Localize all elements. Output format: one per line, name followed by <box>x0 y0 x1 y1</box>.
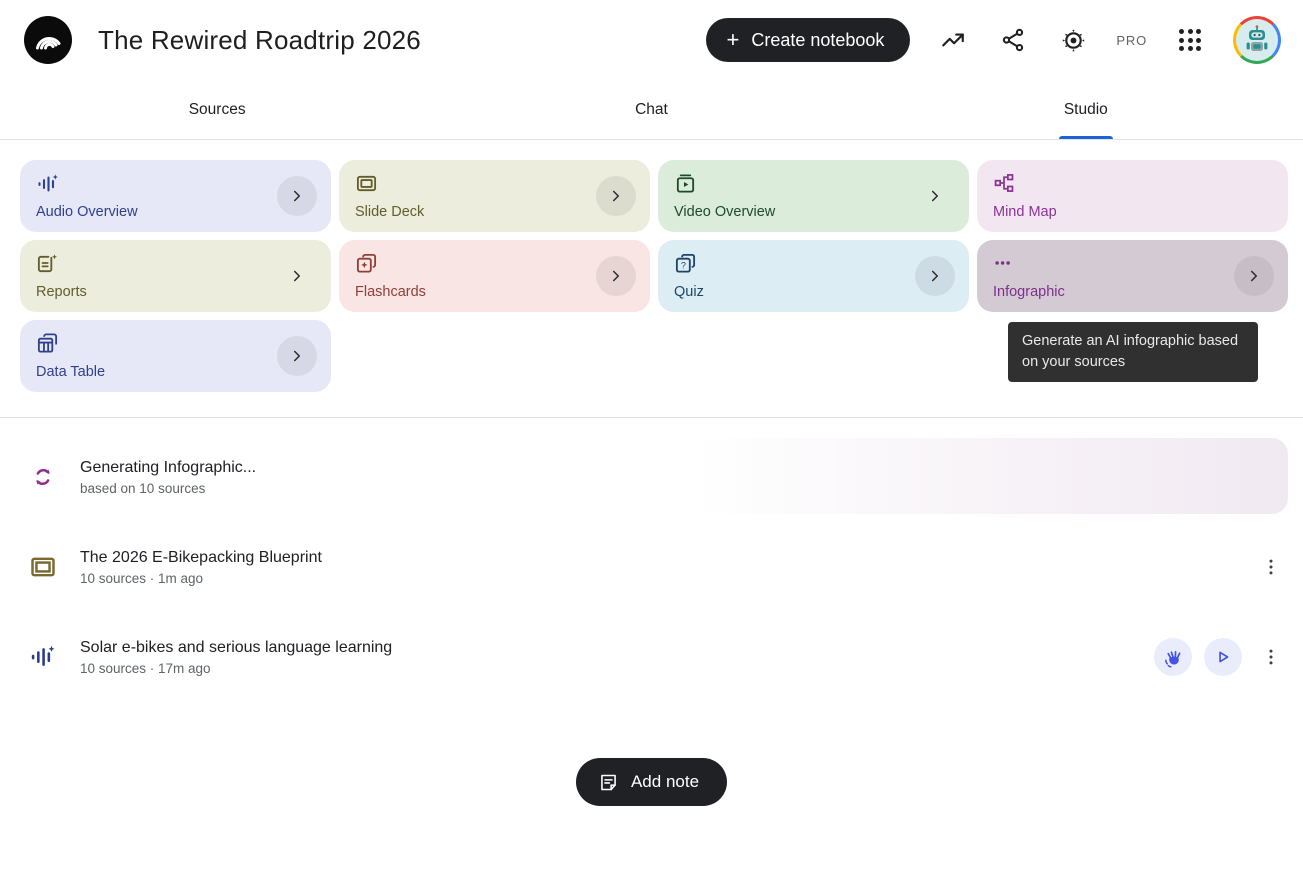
artifact-subtitle: 10 sources · 1m ago <box>80 571 322 586</box>
tab-studio[interactable]: Studio <box>869 80 1303 139</box>
artifact-row-audio-overview[interactable]: Solar e-bikes and serious language learn… <box>20 612 1288 702</box>
generating-shimmer <box>692 438 1288 514</box>
video-overview-icon <box>674 172 697 195</box>
studio-card-label: Flashcards <box>355 284 426 300</box>
studio-card-slide-deck[interactable]: Slide Deck <box>339 160 650 232</box>
infographic-tooltip: Generate an AI infographic based on your… <box>1008 322 1258 382</box>
chevron-right-icon[interactable] <box>277 176 317 216</box>
studio-card-infographic[interactable]: Infographic <box>977 240 1288 312</box>
chevron-right-icon[interactable] <box>915 256 955 296</box>
notebook-title[interactable]: The Rewired Roadtrip 2026 <box>98 25 421 56</box>
ellipsis-loading-icon <box>993 252 1015 274</box>
slide-deck-icon <box>20 553 66 581</box>
mind-map-icon <box>993 172 1015 194</box>
studio-card-label: Quiz <box>674 284 704 300</box>
more-options-icon[interactable] <box>1254 550 1288 584</box>
studio-card-video-overview[interactable]: Video Overview <box>658 160 969 232</box>
chevron-right-icon[interactable] <box>277 256 317 296</box>
sync-generating-icon <box>20 464 66 490</box>
studio-card-label: Data Table <box>36 364 105 380</box>
studio-card-label: Infographic <box>993 284 1065 300</box>
play-icon <box>1213 647 1233 667</box>
user-avatar[interactable] <box>1233 16 1281 64</box>
artifact-subtitle: based on 10 sources <box>80 481 256 496</box>
waving-hand-icon <box>1162 646 1184 668</box>
chevron-right-icon[interactable] <box>596 176 636 216</box>
audio-waveform-icon <box>20 643 66 671</box>
studio-card-mind-map[interactable]: Mind Map <box>977 160 1288 232</box>
artifact-title: Generating Infographic... <box>80 459 256 477</box>
settings-gear-icon[interactable] <box>1056 23 1090 57</box>
slide-deck-icon <box>355 172 378 195</box>
studio-card-flashcards[interactable]: Flashcards <box>339 240 650 312</box>
studio-card-label: Video Overview <box>674 204 775 220</box>
share-icon[interactable] <box>996 23 1030 57</box>
studio-card-label: Reports <box>36 284 87 300</box>
notebooklm-studio-page: { "header": { "notebook_title": "The Rew… <box>0 0 1303 887</box>
chevron-right-icon[interactable] <box>277 336 317 376</box>
svg-text:?: ? <box>681 260 686 270</box>
app-header: The Rewired Roadtrip 2026 + Create noteb… <box>0 0 1303 80</box>
main-tabbar: Sources Chat Studio <box>0 80 1303 140</box>
artifact-row-slide-deck[interactable]: The 2026 E-Bikepacking Blueprint 10 sour… <box>20 522 1288 612</box>
add-note-button[interactable]: Add note <box>576 758 727 806</box>
footer-bar: Add note <box>0 758 1303 806</box>
add-note-label: Add note <box>631 772 699 792</box>
tab-sources[interactable]: Sources <box>0 80 434 139</box>
audio-waveform-icon <box>36 172 60 196</box>
avatar-robot-image <box>1236 19 1278 61</box>
quiz-icon: ? <box>674 252 697 275</box>
studio-card-audio-overview[interactable]: Audio Overview <box>20 160 331 232</box>
more-options-icon[interactable] <box>1254 640 1288 674</box>
apps-grid-icon[interactable] <box>1173 23 1207 57</box>
artifact-subtitle: 10 sources · 17m ago <box>80 661 392 676</box>
plus-icon: + <box>726 29 739 51</box>
tab-chat[interactable]: Chat <box>434 80 868 139</box>
artifact-row-generating-infographic[interactable]: Generating Infographic... based on 10 so… <box>20 432 1288 522</box>
analytics-trending-icon[interactable] <box>936 23 970 57</box>
studio-card-label: Audio Overview <box>36 204 138 220</box>
create-notebook-button[interactable]: + Create notebook <box>706 18 910 62</box>
interactive-mode-button[interactable] <box>1154 638 1192 676</box>
studio-card-label: Slide Deck <box>355 204 424 220</box>
data-table-icon <box>36 332 59 355</box>
studio-card-quiz[interactable]: ? Quiz <box>658 240 969 312</box>
artifacts-list: Generating Infographic... based on 10 so… <box>0 418 1303 702</box>
chevron-right-icon[interactable] <box>1234 256 1274 296</box>
chevron-right-icon[interactable] <box>915 176 955 216</box>
create-notebook-label: Create notebook <box>751 30 884 51</box>
studio-card-reports[interactable]: Reports <box>20 240 331 312</box>
artifact-title: The 2026 E-Bikepacking Blueprint <box>80 549 322 567</box>
studio-card-label: Mind Map <box>993 204 1057 220</box>
studio-card-data-table[interactable]: Data Table <box>20 320 331 392</box>
pro-badge: PRO <box>1116 33 1147 48</box>
note-icon <box>598 772 619 793</box>
chevron-right-icon[interactable] <box>596 256 636 296</box>
flashcards-icon <box>355 252 378 275</box>
artifact-title: Solar e-bikes and serious language learn… <box>80 639 392 657</box>
reports-icon <box>36 252 59 275</box>
notebooklm-logo-icon[interactable] <box>24 16 72 64</box>
header-actions: + Create notebook PRO <box>706 16 1281 64</box>
play-audio-button[interactable] <box>1204 638 1242 676</box>
